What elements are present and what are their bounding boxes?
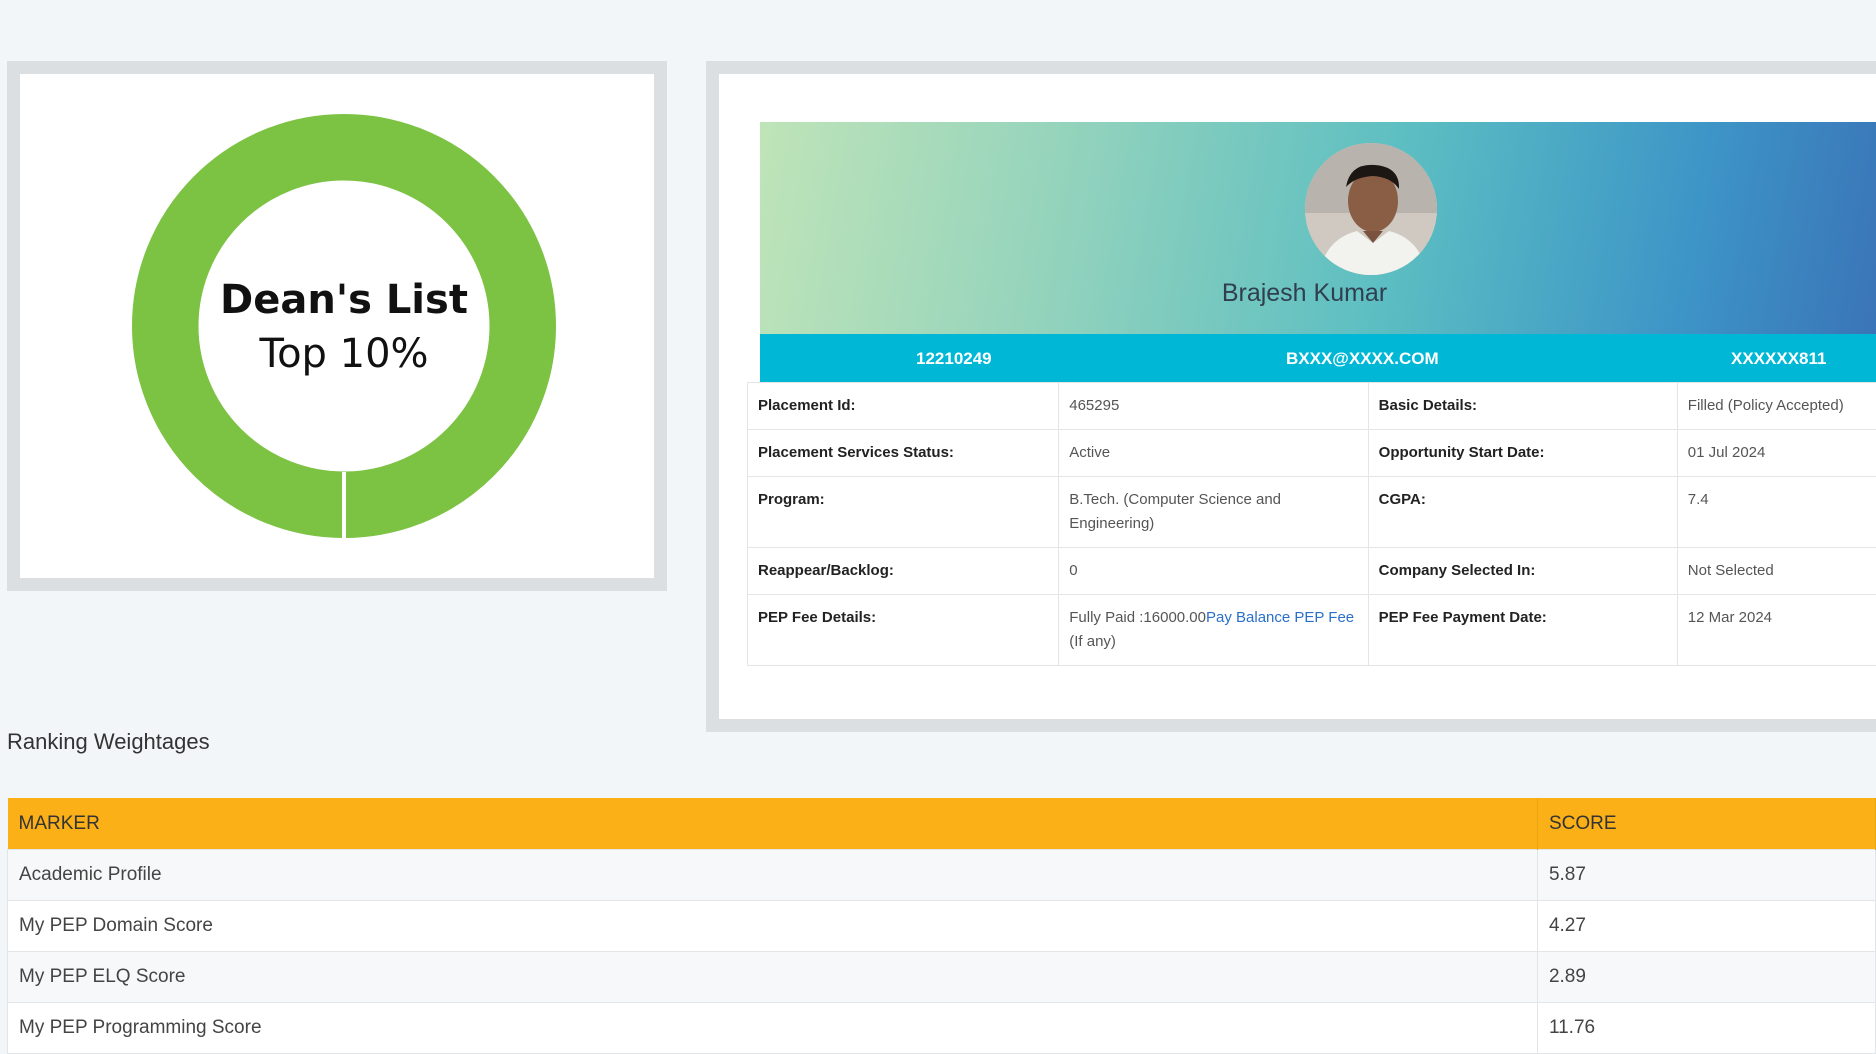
pep-fee-paid-text: Fully Paid :16000.00 bbox=[1069, 609, 1206, 626]
badge-inner-circle bbox=[197, 179, 491, 473]
score-cell: 2.89 bbox=[1537, 952, 1875, 1003]
cgpa-label: CGPA: bbox=[1368, 477, 1677, 548]
placement-id-value: 465295 bbox=[1059, 383, 1368, 430]
student-phone: XXXXXX811 bbox=[1731, 349, 1826, 369]
marker-column-header: MARKER bbox=[8, 798, 1538, 850]
backlog-value: 0 bbox=[1059, 548, 1368, 595]
pep-fee-label: PEP Fee Details: bbox=[748, 595, 1059, 666]
marker-cell: My PEP ELQ Score bbox=[8, 952, 1538, 1003]
deans-list-badge: Dean's List Top 10% bbox=[20, 74, 654, 578]
table-row: Academic Profile 5.87 bbox=[8, 850, 1876, 901]
company-selected-value: Not Selected bbox=[1677, 548, 1876, 595]
basic-details-value: Filled (Policy Accepted) bbox=[1677, 383, 1876, 430]
student-profile-card: Brajesh Kumar 12210249 BXXX@XXXX.COM XXX… bbox=[706, 61, 1876, 732]
marker-cell: Academic Profile bbox=[8, 850, 1538, 901]
badge-subtitle: Top 10% bbox=[258, 331, 428, 377]
basic-details-label: Basic Details: bbox=[1368, 383, 1677, 430]
table-row: My PEP ELQ Score 2.89 bbox=[8, 952, 1876, 1003]
table-row: My PEP Domain Score 4.27 bbox=[8, 901, 1876, 952]
ranking-heading: Ranking Weightages bbox=[7, 729, 210, 755]
student-avatar bbox=[1305, 143, 1437, 275]
score-cell: 11.76 bbox=[1537, 1003, 1875, 1054]
marker-cell: My PEP Domain Score bbox=[8, 901, 1538, 952]
cgpa-value: 7.4 bbox=[1677, 477, 1876, 548]
details-row: PEP Fee Details: Fully Paid :16000.00Pay… bbox=[748, 595, 1876, 666]
pep-fee-note: (If any) bbox=[1069, 633, 1116, 650]
program-value: B.Tech. (Computer Science and Engineerin… bbox=[1059, 477, 1368, 548]
student-contact-bar: 12210249 BXXX@XXXX.COM XXXXXX811 bbox=[760, 334, 1876, 382]
deans-list-badge-card: Dean's List Top 10% bbox=[7, 61, 667, 591]
score-cell: 5.87 bbox=[1537, 850, 1875, 901]
ranking-table: MARKER SCORE Academic Profile 5.87 My PE… bbox=[7, 798, 1876, 1054]
backlog-label: Reappear/Backlog: bbox=[748, 548, 1059, 595]
opportunity-start-label: Opportunity Start Date: bbox=[1368, 430, 1677, 477]
score-column-header: SCORE bbox=[1537, 798, 1875, 850]
pep-fee-value: Fully Paid :16000.00Pay Balance PEP Fee … bbox=[1059, 595, 1368, 666]
company-selected-label: Company Selected In: bbox=[1368, 548, 1677, 595]
score-cell: 4.27 bbox=[1537, 901, 1875, 952]
opportunity-start-value: 01 Jul 2024 bbox=[1677, 430, 1876, 477]
table-row: My PEP Programming Score 11.76 bbox=[8, 1003, 1876, 1054]
placement-details-table: Placement Id: 465295 Basic Details: Fill… bbox=[747, 382, 1876, 666]
student-name: Brajesh Kumar bbox=[760, 279, 1849, 308]
marker-cell: My PEP Programming Score bbox=[8, 1003, 1538, 1054]
placement-status-label: Placement Services Status: bbox=[748, 430, 1059, 477]
avatar-photo-icon bbox=[1305, 143, 1437, 275]
ranking-header-row: MARKER SCORE bbox=[8, 798, 1876, 850]
badge-title: Dean's List bbox=[220, 277, 468, 323]
details-row: Program: B.Tech. (Computer Science and E… bbox=[748, 477, 1876, 548]
details-row: Reappear/Backlog: 0 Company Selected In:… bbox=[748, 548, 1876, 595]
registration-number: 12210249 bbox=[916, 349, 992, 369]
pep-payment-date-value: 12 Mar 2024 bbox=[1677, 595, 1876, 666]
badge-ring-notch bbox=[342, 472, 346, 538]
details-row: Placement Id: 465295 Basic Details: Fill… bbox=[748, 383, 1876, 430]
placement-id-label: Placement Id: bbox=[748, 383, 1059, 430]
pep-payment-date-label: PEP Fee Payment Date: bbox=[1368, 595, 1677, 666]
details-row: Placement Services Status: Active Opport… bbox=[748, 430, 1876, 477]
student-email: BXXX@XXXX.COM bbox=[1286, 349, 1439, 369]
program-label: Program: bbox=[748, 477, 1059, 548]
placement-status-value: Active bbox=[1059, 430, 1368, 477]
pay-balance-link[interactable]: Pay Balance PEP Fee bbox=[1206, 609, 1354, 626]
profile-banner: Brajesh Kumar bbox=[760, 122, 1876, 334]
